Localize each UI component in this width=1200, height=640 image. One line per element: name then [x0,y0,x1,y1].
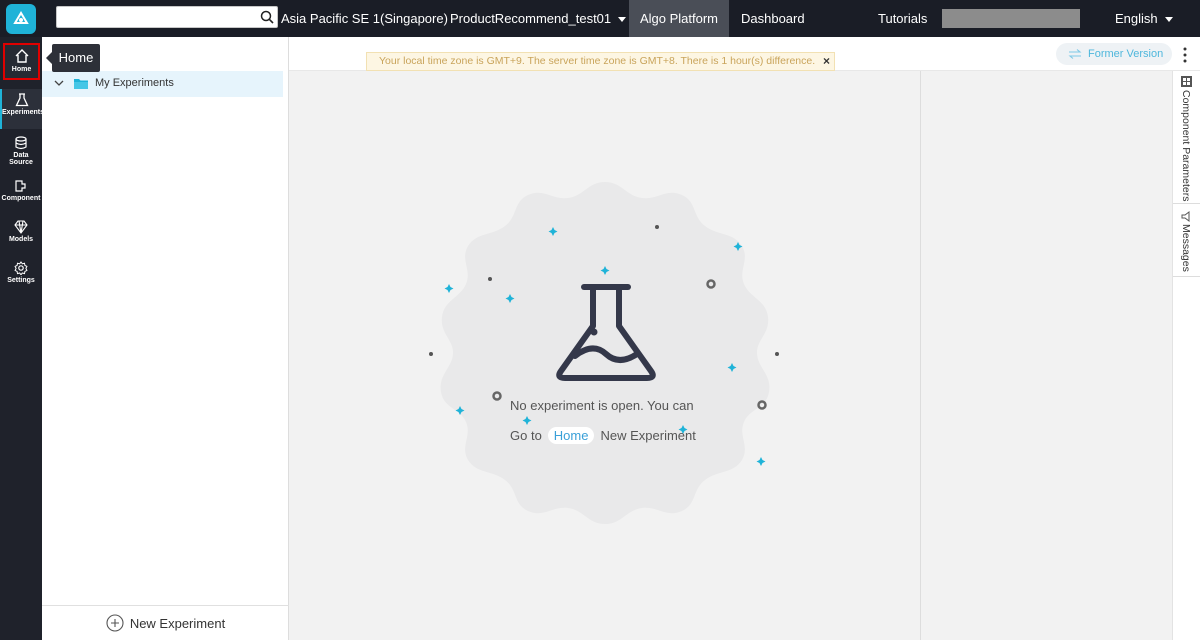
new-experiment-link[interactable]: New Experiment [600,428,695,443]
speaker-icon [1181,211,1190,222]
gear-icon [14,261,28,275]
language-selector[interactable]: English [1115,0,1173,37]
experiments-panel: My Experiments New Experiment [42,37,289,640]
flask-icon [15,93,29,107]
more-options-icon[interactable] [1180,45,1190,65]
chevron-down-icon[interactable] [54,78,64,88]
empty-state-message: No experiment is open. You can [510,398,694,413]
component-icon [15,180,26,192]
plus-circle-icon [106,614,124,632]
nav-algo-platform[interactable]: Algo Platform [629,0,729,37]
project-selector[interactable]: ProductRecommend_test01 [450,0,627,37]
rail-item-models[interactable]: Models [0,216,42,256]
new-experiment-label: New Experiment [129,615,226,631]
chevron-down-icon [1164,17,1173,23]
search-input[interactable] [56,6,278,28]
language-label: English [1115,11,1158,26]
rail-item-settings[interactable]: Settings [0,257,42,297]
rail-item-home[interactable]: Home [3,43,40,80]
rail-item-data-source[interactable]: Data Source [0,132,42,168]
timezone-notice: Your local time zone is GMT+9. The serve… [366,52,835,71]
right-panel [921,37,1172,640]
search-icon[interactable] [260,10,274,24]
diamond-icon [14,220,28,234]
panel-divider[interactable] [920,71,921,640]
tab-messages[interactable]: Messages [1173,205,1200,277]
user-account-redacted[interactable] [942,9,1080,28]
former-version-button[interactable]: Former Version [1056,43,1172,65]
rail-item-label: Source [9,159,33,166]
former-version-label: Former Version [1088,48,1164,60]
tab-component-parameters[interactable]: Component Parameters [1173,71,1200,204]
empty-state-illustration [429,182,779,524]
tab-label: Messages [1180,224,1192,272]
nav-dashboard[interactable]: Dashboard [741,0,805,37]
empty-state-actions: Go to Home New Experiment [510,427,696,444]
rail-item-experiments[interactable]: Experiments [0,89,45,129]
right-vertical-tabs: Component Parameters Messages [1172,71,1200,640]
nav-tutorials[interactable]: Tutorials [878,0,927,37]
rail-item-component[interactable]: Component [0,175,42,215]
home-icon [15,49,28,63]
folder-icon [74,79,88,89]
logo-icon [6,3,36,34]
home-link[interactable]: Home [547,427,595,444]
database-icon [15,136,27,150]
grid-icon [1181,76,1192,87]
chevron-down-icon [618,17,627,23]
notice-text: Your local time zone is GMT+9. The serve… [379,55,816,67]
go-to-label: Go to [510,428,542,443]
tree-item-my-experiments[interactable]: My Experiments [42,71,283,97]
left-rail: Home Experiments Data Source Component M… [0,37,45,640]
rail-item-label: Settings [7,277,35,284]
tab-label: Component Parameters [1180,90,1192,202]
platform-logo[interactable] [0,0,42,37]
switch-arrows-icon [1068,49,1082,59]
home-tooltip: Home [46,44,100,72]
new-experiment-button[interactable]: New Experiment [42,605,289,640]
rail-item-label: Component [1,195,41,202]
region-selector[interactable]: Asia Pacific SE 1(Singapore) [281,0,448,37]
rail-item-label: Models [8,236,34,243]
close-icon[interactable]: × [823,53,830,70]
tree-item-label: My Experiments [95,77,174,89]
rail-item-label: Experiments [2,109,45,116]
rail-item-label: Data [13,152,29,159]
rail-item-label: Home [11,66,32,73]
project-name: ProductRecommend_test01 [450,11,612,26]
